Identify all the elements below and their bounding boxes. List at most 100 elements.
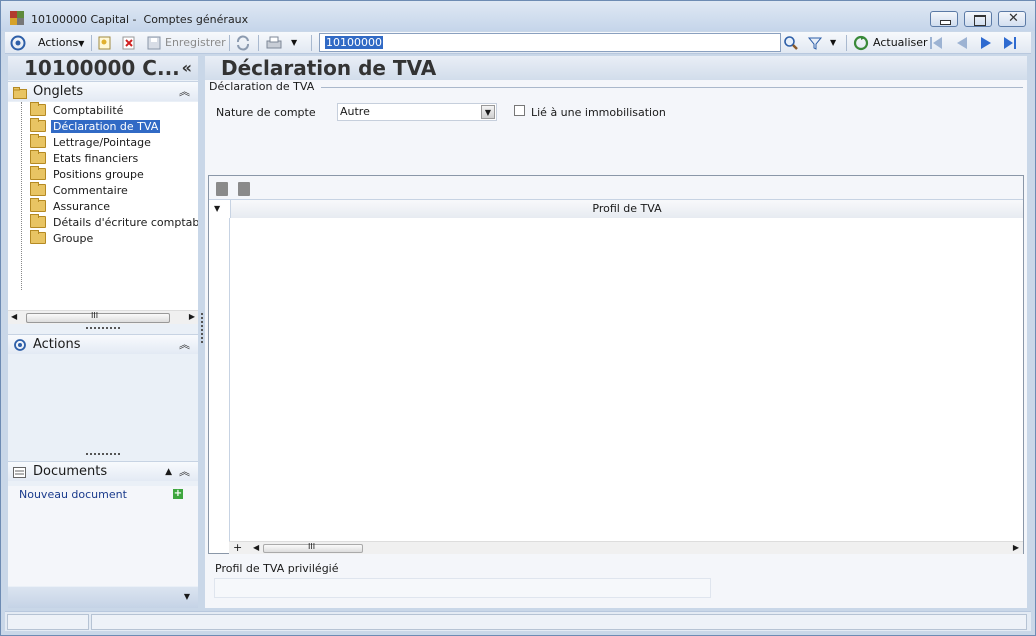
collapse-section-icon[interactable]: ︽ [179,462,190,482]
tva-profile-grid: ▼ Profil de TVA + ◀ III ▶ [208,175,1024,554]
toolbar-divider [91,35,92,51]
group-box-title: Déclaration de TVA [209,80,315,93]
nature-compte-label: Nature de compte [216,106,316,119]
collapse-section-icon[interactable]: ︽ [179,335,190,355]
tab-label: Lettrage/Pointage [53,136,151,149]
maximize-button[interactable] [964,11,992,27]
minimize-button[interactable] [930,11,958,27]
actions-menu-label: Actions [38,36,79,49]
lie-immobilisation-label: Lié à une immobilisation [531,106,666,119]
new-row-icon[interactable] [216,182,228,196]
tab-positions-groupe[interactable]: Positions groupe [30,166,146,182]
column-menu-icon[interactable]: ▼ [214,204,220,213]
grid-horizontal-scrollbar[interactable]: + ◀ III ▶ [229,541,1023,554]
panel-footer: ▼ [8,587,198,608]
tab-label: Détails d'écriture comptable [53,216,198,229]
tab-etats-financiers[interactable]: Etats financiers [30,150,140,166]
chevron-down-icon[interactable]: ▼ [481,105,495,119]
search-field[interactable] [319,33,781,52]
documents-section-label: Documents [33,464,108,479]
next-record-icon[interactable] [979,35,993,51]
grid-header: ▼ Profil de TVA [209,200,1023,218]
folder-icon [13,86,27,99]
tab-commentaire[interactable]: Commentaire [30,182,130,198]
navigation-panel: 10100000 C... « Onglets ︽ Comptabilité D… [8,56,198,608]
sync-icon[interactable] [235,35,251,51]
save-icon [146,35,162,51]
record-title-text: 10100000 C... [24,56,180,80]
scroll-left-icon[interactable]: ◀ [11,312,17,321]
actions-menu[interactable]: Actions▼ [38,35,84,51]
save-button[interactable]: Enregistrer [165,35,226,51]
actions-section-header[interactable]: Actions ︽ [8,334,198,354]
collapse-section-icon[interactable]: ︽ [179,82,190,102]
navigation-target-icon [13,339,26,351]
delete-row-icon[interactable] [238,182,250,196]
toolbar-divider [229,35,230,51]
scroll-right-icon[interactable]: ▶ [189,312,195,321]
tree-horizontal-scrollbar[interactable]: ◀ III ▶ [8,310,198,324]
profil-tva-privilegie-field[interactable] [214,578,711,598]
folder-icon [30,182,46,196]
navigation-target-icon[interactable] [10,35,26,51]
new-document-link[interactable]: Nouveau document [19,488,127,501]
folder-icon [30,214,46,228]
toolbar-divider [258,35,259,51]
nature-compte-select[interactable]: Autre ▼ [337,103,497,121]
tab-details-ecriture[interactable]: Détails d'écriture comptable [30,214,198,230]
delete-icon[interactable] [122,35,136,51]
onglets-section-label: Onglets [33,84,84,99]
magnifier-icon[interactable] [783,35,799,51]
tab-declaration-tva[interactable]: Déclaration de TVA [30,118,161,134]
section-splitter[interactable] [86,453,120,456]
add-icon[interactable]: + [173,489,183,499]
main-toolbar: Actions▼ Enregistrer ▼ 10100000 ▼ Actual… [5,32,1031,54]
folder-icon [30,230,46,244]
tab-assurance[interactable]: Assurance [30,198,112,214]
last-record-icon[interactable] [1003,35,1017,51]
filter-icon[interactable] [807,35,823,51]
add-row-icon[interactable]: + [233,541,242,554]
tab-label: Assurance [53,200,111,213]
splitter-grip[interactable] [201,313,203,343]
new-record-icon[interactable] [98,35,112,51]
tab-label: Groupe [53,232,94,245]
section-splitter[interactable] [86,327,120,330]
chevron-down-icon: ▼ [78,39,85,48]
tab-groupe[interactable]: Groupe [30,230,95,246]
filter-dropdown-icon[interactable]: ▼ [830,35,836,51]
chevron-down-icon[interactable]: ▼ [184,592,190,601]
documents-section-header[interactable]: Documents ▲ ︽ [8,461,198,481]
column-header-profil-tva[interactable]: Profil de TVA [230,200,1023,218]
documents-area [8,486,198,586]
status-bar [5,611,1031,631]
onglets-section-header[interactable]: Onglets ︽ [8,81,198,101]
window-title: 10100000 Capital - Comptes généraux [31,13,249,26]
refresh-icon[interactable] [853,35,869,51]
scroll-right-icon[interactable]: ▶ [1013,543,1019,552]
status-cell [91,614,1027,630]
first-record-icon[interactable] [929,35,943,51]
tab-comptabilite[interactable]: Comptabilité [30,102,125,118]
tab-lettrage-pointage[interactable]: Lettrage/Pointage [30,134,153,150]
print-icon[interactable] [265,35,283,51]
tab-label: Commentaire [53,184,128,197]
refresh-button[interactable]: Actualiser [873,35,928,51]
record-title: 10100000 C... « [8,56,198,80]
print-dropdown-icon[interactable]: ▼ [291,35,297,51]
close-button[interactable]: ✕ [998,11,1026,27]
document-list-icon [13,466,26,478]
tab-label: Etats financiers [53,152,139,165]
folder-icon [30,150,46,164]
previous-record-icon[interactable] [955,35,969,51]
lie-immobilisation-checkbox[interactable] [514,105,525,116]
page-title: Déclaration de TVA [205,56,1027,80]
scrollbar-thumb[interactable]: III [263,542,363,553]
scrollbar-thumb[interactable]: III [26,311,170,323]
chevron-up-icon[interactable]: ▲ [165,462,172,482]
tabs-tree: Comptabilité Déclaration de TVA Lettrage… [8,102,198,310]
collapse-panel-button[interactable]: « [182,56,192,80]
search-input[interactable] [320,34,780,51]
scroll-left-icon[interactable]: ◀ [253,543,259,552]
tree-connector-line [21,102,22,290]
